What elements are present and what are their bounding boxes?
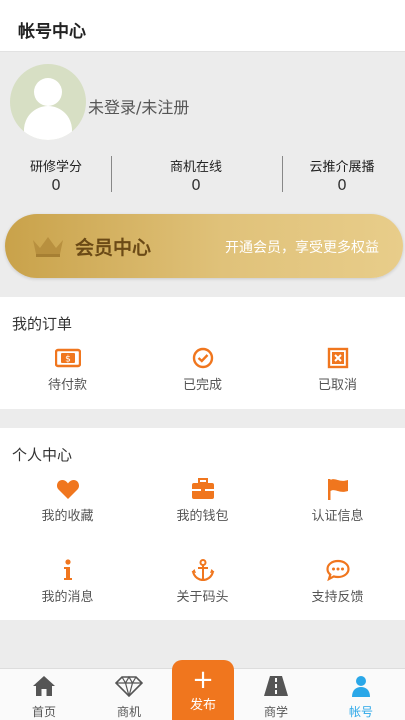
item-label: 关于码头 <box>176 590 229 605</box>
section-title: 个人中心 <box>12 446 73 464</box>
tab-label: 首页 <box>31 705 56 719</box>
item-label: 已完成 <box>182 378 222 393</box>
wallet-item[interactable]: 我的钱包 <box>135 478 270 524</box>
header-bar: 帐号中心 <box>0 0 405 52</box>
section-title: 我的订单 <box>12 315 73 333</box>
item-label: 认证信息 <box>311 509 364 524</box>
feedback-item[interactable]: 支持反馈 <box>270 559 405 605</box>
stat-cloud-promotion[interactable]: 云推介展播 0 <box>292 156 392 194</box>
item-label: 支持反馈 <box>311 590 364 605</box>
chat-icon <box>270 559 405 582</box>
about-item[interactable]: 关于码头 <box>135 559 270 605</box>
svg-text:$: $ <box>65 355 71 365</box>
stat-business-online[interactable]: 商机在线 0 <box>146 156 246 194</box>
stat-value: 0 <box>51 176 61 194</box>
stat-label: 商机在线 <box>169 160 222 175</box>
avatar-head-shape <box>34 78 62 106</box>
vip-banner[interactable]: 会员中心 开通会员，享受更多权益 <box>5 214 403 278</box>
user-icon <box>350 676 372 701</box>
order-cancelled[interactable]: 已取消 <box>270 347 405 393</box>
avatar[interactable] <box>10 64 86 140</box>
stat-value: 0 <box>191 176 201 194</box>
item-label: 待付款 <box>47 378 87 393</box>
tab-account[interactable]: 帐号 <box>331 675 391 720</box>
vip-subtitle: 开通会员，享受更多权益 <box>225 240 379 256</box>
crown-icon <box>31 234 65 262</box>
vip-title: 会员中心 <box>75 237 152 259</box>
messages-item[interactable]: 我的消息 <box>0 559 135 605</box>
tab-label: 发布 <box>189 698 216 713</box>
favorites-item[interactable]: 我的收藏 <box>0 478 135 524</box>
stats-row: 研修学分 0 商机在线 0 云推介展播 0 <box>0 152 405 196</box>
anchor-icon <box>135 559 270 582</box>
check-circle-icon <box>135 347 270 369</box>
stat-divider <box>282 156 283 192</box>
order-completed[interactable]: 已完成 <box>135 347 270 393</box>
item-label: 我的消息 <box>41 590 94 605</box>
plus-icon: + <box>192 665 214 695</box>
tab-home[interactable]: 首页 <box>14 675 74 720</box>
road-icon <box>263 676 289 701</box>
cancel-box-icon <box>270 347 405 369</box>
stat-divider <box>111 156 112 192</box>
stat-label: 云推介展播 <box>309 160 375 175</box>
stat-value: 0 <box>337 176 347 194</box>
item-label: 已取消 <box>317 378 357 393</box>
stat-label: 研修学分 <box>29 160 82 175</box>
heart-icon <box>0 478 135 500</box>
verification-item[interactable]: 认证信息 <box>270 478 405 524</box>
wallet-icon <box>135 478 270 500</box>
tab-label: 商学 <box>263 705 288 719</box>
personal-center-section: 个人中心 我的收藏 我的钱包 认证信息 我的消息 关于码头 支持反馈 <box>0 428 405 620</box>
item-label: 我的收藏 <box>41 509 94 524</box>
tab-label: 帐号 <box>348 705 373 719</box>
tab-academy[interactable]: 商学 <box>246 675 306 720</box>
item-label: 我的钱包 <box>176 509 229 524</box>
orders-section: 我的订单 $ 待付款 已完成 已取消 <box>0 297 405 409</box>
tab-label: 商机 <box>116 705 141 719</box>
payment-icon: $ <box>0 347 135 369</box>
tab-business[interactable]: 商机 <box>99 675 159 720</box>
diamond-icon <box>114 675 144 701</box>
page-title: 帐号中心 <box>18 22 86 42</box>
tab-publish-button[interactable]: + 发布 <box>172 660 234 720</box>
home-icon <box>32 676 56 701</box>
avatar-body-shape <box>24 106 72 140</box>
profile-section: 未登录/未注册 研修学分 0 商机在线 0 云推介展播 0 <box>0 52 405 202</box>
order-pending-payment[interactable]: $ 待付款 <box>0 347 135 393</box>
flag-icon <box>270 478 405 500</box>
stat-study-credits[interactable]: 研修学分 0 <box>6 156 106 194</box>
login-register-link[interactable]: 未登录/未注册 <box>88 94 189 118</box>
info-icon <box>0 559 135 581</box>
